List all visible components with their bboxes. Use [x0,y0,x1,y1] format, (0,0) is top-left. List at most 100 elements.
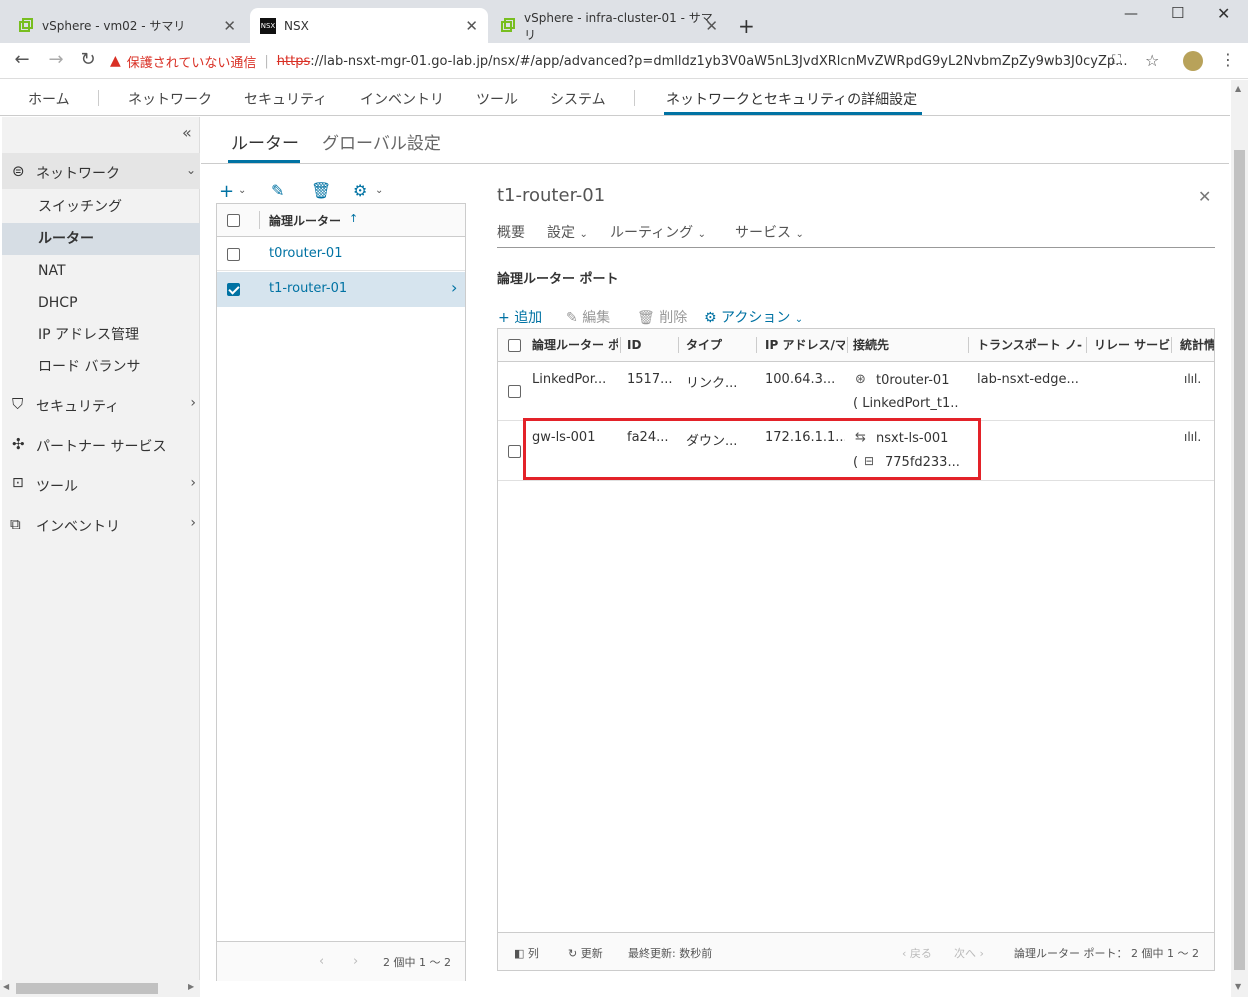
browser-tab-vsphere-vm02[interactable]: vSphere - vm02 - サマリ ✕ [8,8,246,43]
prev-page-icon[interactable]: ‹ [319,954,324,969]
chevron-right-icon[interactable]: › [451,278,457,297]
chevron-down-icon[interactable]: ⌄ [238,185,246,196]
column-header-relay[interactable]: リレー サービ [1094,329,1170,361]
close-detail-icon[interactable]: ✕ [1198,187,1211,206]
connected-to-link[interactable]: t0router-01 [876,373,968,388]
sidebar-item-load-balancer[interactable]: ロード バランサ [2,351,200,383]
add-router-icon[interactable]: + [219,181,234,202]
sidebar-group-network[interactable]: ⊜ ネットワーク ⌄ [2,153,200,189]
vsphere-icon [19,17,33,32]
nav-network[interactable]: ネットワーク [128,89,212,109]
column-header-router[interactable]: 論理ルーター [269,212,341,229]
column-header-ip[interactable]: IP アドレス/マ [765,329,845,361]
security-warning: 保護されていない通信 [126,55,257,71]
nav-advanced[interactable]: ネットワークとセキュリティの詳細設定 [666,89,917,109]
nav-inventory[interactable]: インベントリ [360,89,444,109]
table-row-selected[interactable]: t1-router-01 › [217,272,465,307]
select-all-checkbox[interactable] [227,214,240,227]
chevron-down-icon[interactable]: ⌄ [375,185,383,196]
sidebar-group-inventory[interactable]: ⧉ インベントリ › [2,509,200,541]
column-header-transport-node[interactable]: トランスポート ノ- [977,329,1085,361]
sidebar-group-tools[interactable]: ⊡ ツール › [2,469,200,501]
select-all-checkbox[interactable] [508,339,521,352]
close-window-icon[interactable]: ✕ [1217,4,1230,23]
scroll-left-icon[interactable]: ◀ [3,982,9,991]
new-tab-button[interactable]: + [738,14,755,38]
bookmark-star-icon[interactable]: ☆ [1145,51,1159,70]
nav-system[interactable]: システム [550,89,606,109]
back-icon[interactable]: ← [10,49,34,70]
scroll-down-icon[interactable]: ▼ [1235,982,1241,991]
table-row[interactable]: LinkedPor... 1517.... リンク... 100.64.3...… [498,362,1214,421]
tab-global-settings[interactable]: グローバル設定 [322,129,441,154]
minimize-icon[interactable]: — [1124,6,1138,22]
sort-asc-icon[interactable]: ↑ [349,212,358,225]
nav-home[interactable]: ホーム [28,89,70,109]
browser-tab-vsphere-cluster[interactable]: vSphere - infra-cluster-01 - サマリ ✕ [490,8,728,43]
delete-port-button[interactable]: 🗑 削除 [637,307,687,327]
next-page-button[interactable]: 次へ › [954,945,984,961]
horizontal-scrollbar[interactable]: ◀ ▶ [0,980,200,997]
tab-label: サービス [735,225,791,241]
sidebar-item-ipam[interactable]: IP アドレス管理 [2,319,200,351]
last-updated: 最終更新: 数秒前 [628,947,713,960]
browser-tab-nsx[interactable]: NSX NSX ✕ [250,8,488,43]
profile-avatar[interactable] [1183,51,1203,71]
translate-icon[interactable]: ⛶ [1112,53,1121,68]
row-checkbox[interactable] [508,445,521,458]
scrollbar-thumb[interactable] [16,983,158,994]
url-field[interactable]: ▲ 保護されていない通信 | https ://lab-nsxt-mgr-01.… [110,47,1170,75]
stats-chart-icon[interactable]: ılıl. [1184,372,1201,386]
column-header-connected-to[interactable]: 接続先 [853,329,963,361]
columns-button[interactable]: ◧ 列 [514,945,539,961]
table-row[interactable]: t0router-01 [217,237,465,271]
detail-tab-routing[interactable]: ルーティング ⌄ [610,222,706,242]
edit-icon[interactable]: ✎ [271,181,284,200]
maximize-icon[interactable]: ☐ [1171,4,1184,22]
delete-icon[interactable]: 🗑 [311,181,331,200]
sidebar-item-nat[interactable]: NAT [2,255,200,287]
forward-icon[interactable]: → [44,49,68,70]
next-page-icon[interactable]: › [353,954,358,969]
detail-tab-services[interactable]: サービス ⌄ [735,222,804,242]
collapse-sidebar-button[interactable]: « [182,123,192,142]
column-header-name[interactable]: 論理ルーター ポ [532,329,618,361]
scroll-up-icon[interactable]: ▲ [1235,84,1241,93]
scrollbar-thumb[interactable] [1234,150,1245,970]
gear-icon[interactable]: ⚙ [353,181,367,200]
menu-icon[interactable]: ⋮ [1220,50,1236,69]
row-checkbox[interactable] [227,248,240,261]
add-port-button[interactable]: + 追加 [498,307,542,327]
reload-icon[interactable]: ↻ [76,49,100,70]
edit-port-button[interactable]: ✎ 編集 [566,307,610,327]
row-checkbox[interactable] [227,283,240,296]
actions-button[interactable]: ⚙ アクション ⌄ [704,307,803,327]
nav-tools[interactable]: ツール [476,89,518,109]
column-header-id[interactable]: ID [627,329,671,361]
close-tab-icon[interactable]: ✕ [465,17,478,35]
refresh-icon: ↻ [568,947,578,960]
close-tab-icon[interactable]: ✕ [223,17,236,35]
tab-routers[interactable]: ルーター [231,129,299,154]
vertical-scrollbar[interactable]: ▲ ▼ [1231,80,1248,997]
transport-node-link[interactable]: lab-nsxt-edge... [977,372,1081,387]
sidebar-item-dhcp[interactable]: DHCP [2,287,200,319]
detail-tab-settings[interactable]: 設定 ⌄ [547,222,588,242]
router-link[interactable]: t0router-01 [269,246,342,261]
sidebar-group-security[interactable]: ⛉ セキュリティ › [2,389,200,421]
close-tab-icon[interactable]: ✕ [705,17,718,35]
vsphere-icon [501,17,515,32]
stats-chart-icon[interactable]: ılıl. [1184,430,1201,444]
sidebar-group-partner[interactable]: ✣ パートナー サービス [2,429,200,461]
detail-tab-overview[interactable]: 概要 [497,222,525,242]
column-header-type[interactable]: タイプ [686,329,752,361]
column-header-stats[interactable]: 統計情 [1180,329,1214,361]
row-checkbox[interactable] [508,385,521,398]
router-link[interactable]: t1-router-01 [269,281,347,296]
refresh-button[interactable]: ↻ 更新 [568,945,603,961]
sidebar-item-switching[interactable]: スイッチング [2,191,200,223]
nav-security[interactable]: セキュリティ [244,89,327,109]
sidebar-item-routers[interactable]: ルーター [2,223,200,255]
scroll-right-icon[interactable]: ▶ [188,982,194,991]
prev-page-button[interactable]: ‹ 戻る [902,945,932,961]
